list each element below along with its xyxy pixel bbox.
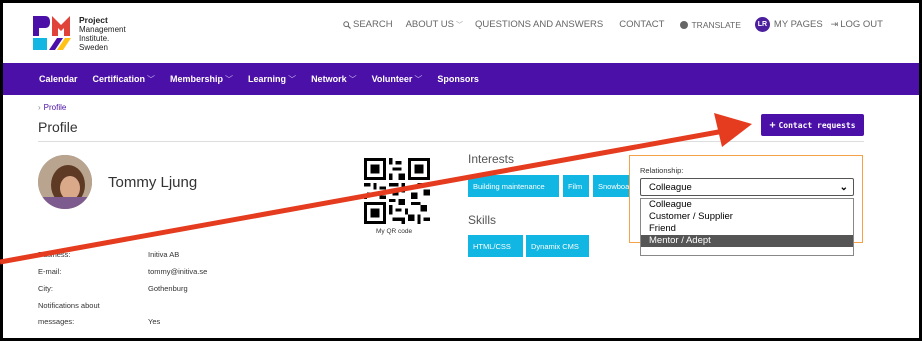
business-value: Initiva AB — [148, 250, 180, 259]
nav-sponsors-label: Sponsors — [437, 74, 479, 84]
translate-link[interactable]: TRANSLATE — [680, 19, 741, 30]
interests-heading: Interests — [468, 152, 515, 166]
pmi-logo-icon — [33, 16, 71, 50]
breadcrumb-profile[interactable]: Profile — [44, 103, 67, 112]
nav-certification-label: Certification — [92, 74, 146, 84]
skill-tag: HTML/CSS — [468, 235, 523, 257]
qa-link[interactable]: QUESTIONS AND ANSWERS — [475, 19, 603, 30]
skill-tag: Dynamix CMS — [526, 235, 589, 257]
nav-learning[interactable]: Learning ﹀ — [248, 74, 296, 85]
interest-tag: Film — [563, 175, 589, 197]
about-label: ABOUT US — [405, 19, 454, 30]
relationship-option[interactable]: Friend — [641, 223, 853, 235]
my-pages-link[interactable]: LR MY PAGES — [754, 17, 823, 32]
relationship-dropdown-list: Colleague Customer / Supplier Friend Men… — [640, 198, 854, 256]
contact-requests-label: Contact requests — [778, 120, 856, 130]
interest-tag: Snowboa — [593, 175, 629, 197]
email-label: E-mail: — [38, 267, 62, 276]
nav-certification[interactable]: Certification ﹀ — [93, 74, 156, 85]
user-avatar: LR — [754, 17, 770, 32]
logo-line-1: Project — [79, 15, 108, 25]
nav-calendar-label: Calendar — [39, 74, 78, 84]
relationship-option-highlighted[interactable]: Mentor / Adept — [641, 235, 853, 247]
contact-link[interactable]: CONTACT — [619, 19, 664, 30]
business-label: Business: — [38, 250, 71, 259]
translate-label: TRANSLATE — [691, 19, 741, 30]
notifications-label-1: Notifications about — [38, 301, 100, 310]
notifications-value: Yes — [148, 317, 161, 326]
utility-nav: SEARCH ABOUT US ﹀ QUESTIONS AND ANSWERS … — [343, 17, 883, 32]
contact-requests-button[interactable]: + Contact requests — [761, 114, 864, 136]
profile-photo — [38, 155, 92, 209]
city-value: Gothenburg — [148, 284, 188, 293]
nav-volunteer[interactable]: Volunteer ﹀ — [372, 74, 423, 85]
nav-calendar[interactable]: Calendar — [39, 74, 78, 84]
chevron-down-icon: ﹀ — [225, 74, 234, 84]
notifications-label-2: messages: — [38, 317, 75, 326]
about-link[interactable]: ABOUT US ﹀ — [406, 19, 463, 30]
relationship-label: Relationship: — [640, 166, 684, 175]
profile-photo-image — [38, 155, 92, 209]
logout-link[interactable]: ⇥ LOG OUT — [831, 19, 883, 30]
logo-line-3: Institute. — [79, 34, 110, 43]
nav-learning-label: Learning — [248, 74, 287, 84]
nav-membership[interactable]: Membership ﹀ — [170, 74, 233, 85]
info-business-row: Business: Initiva AB — [38, 250, 179, 259]
info-city-row: City: Gothenburg — [38, 284, 188, 293]
search-link[interactable]: SEARCH — [343, 19, 393, 30]
info-notifications-row: Notifications about — [38, 301, 100, 310]
page-title: Profile — [38, 119, 78, 135]
globe-icon — [680, 20, 689, 29]
chevron-down-icon: ﹀ — [147, 74, 156, 84]
my-pages-label: MY PAGES — [773, 19, 823, 30]
logout-icon: ⇥ — [830, 19, 839, 29]
relationship-option[interactable]: Customer / Supplier — [641, 211, 853, 223]
nav-membership-label: Membership — [170, 74, 224, 84]
chevron-down-icon: ﹀ — [288, 74, 297, 84]
chevron-down-icon: ﹀ — [348, 74, 357, 84]
city-label: City: — [38, 284, 53, 293]
nav-network-label: Network — [311, 74, 347, 84]
nav-sponsors[interactable]: Sponsors — [437, 74, 479, 84]
chevron-down-icon: ﹀ — [414, 74, 423, 84]
search-label: SEARCH — [353, 19, 393, 30]
title-divider — [38, 141, 864, 142]
site-header: Project Management Institute. Sweden SEA… — [3, 3, 919, 63]
relationship-select[interactable]: Colleague ⌄ — [640, 178, 854, 196]
info-notifications-row-2: messages: Yes — [38, 317, 160, 326]
pmi-logo[interactable]: Project Management Institute. Sweden — [33, 16, 126, 52]
logout-label: LOG OUT — [840, 19, 883, 30]
logo-line-2: Management — [79, 25, 126, 34]
main-nav: Calendar Certification ﹀ Membership ﹀ Lear… — [3, 63, 919, 95]
search-icon — [343, 20, 351, 29]
logo-text: Project Management Institute. Sweden — [79, 15, 126, 53]
breadcrumb: › Profile — [38, 103, 66, 112]
nav-network[interactable]: Network ﹀ — [311, 74, 357, 85]
relationship-selected-value: Colleague — [649, 181, 692, 193]
plus-icon: + — [769, 119, 776, 131]
relationship-option[interactable]: Colleague — [641, 199, 853, 211]
chevron-down-icon: ﹀ — [455, 21, 463, 29]
interest-tag: Building maintenance — [468, 175, 559, 197]
skills-heading: Skills — [468, 213, 497, 227]
qr-code[interactable] — [364, 158, 430, 224]
info-email-row: E-mail: tommy@initiva.se — [38, 267, 207, 276]
chevron-right-icon: › — [38, 103, 41, 112]
email-value[interactable]: tommy@initiva.se — [148, 267, 207, 276]
nav-volunteer-label: Volunteer — [371, 74, 413, 84]
logo-line-4: Sweden — [79, 43, 108, 52]
chevron-down-icon: ⌄ — [839, 182, 848, 193]
profile-name: Tommy Ljung — [108, 174, 198, 191]
qr-caption: My QR code — [376, 228, 413, 235]
